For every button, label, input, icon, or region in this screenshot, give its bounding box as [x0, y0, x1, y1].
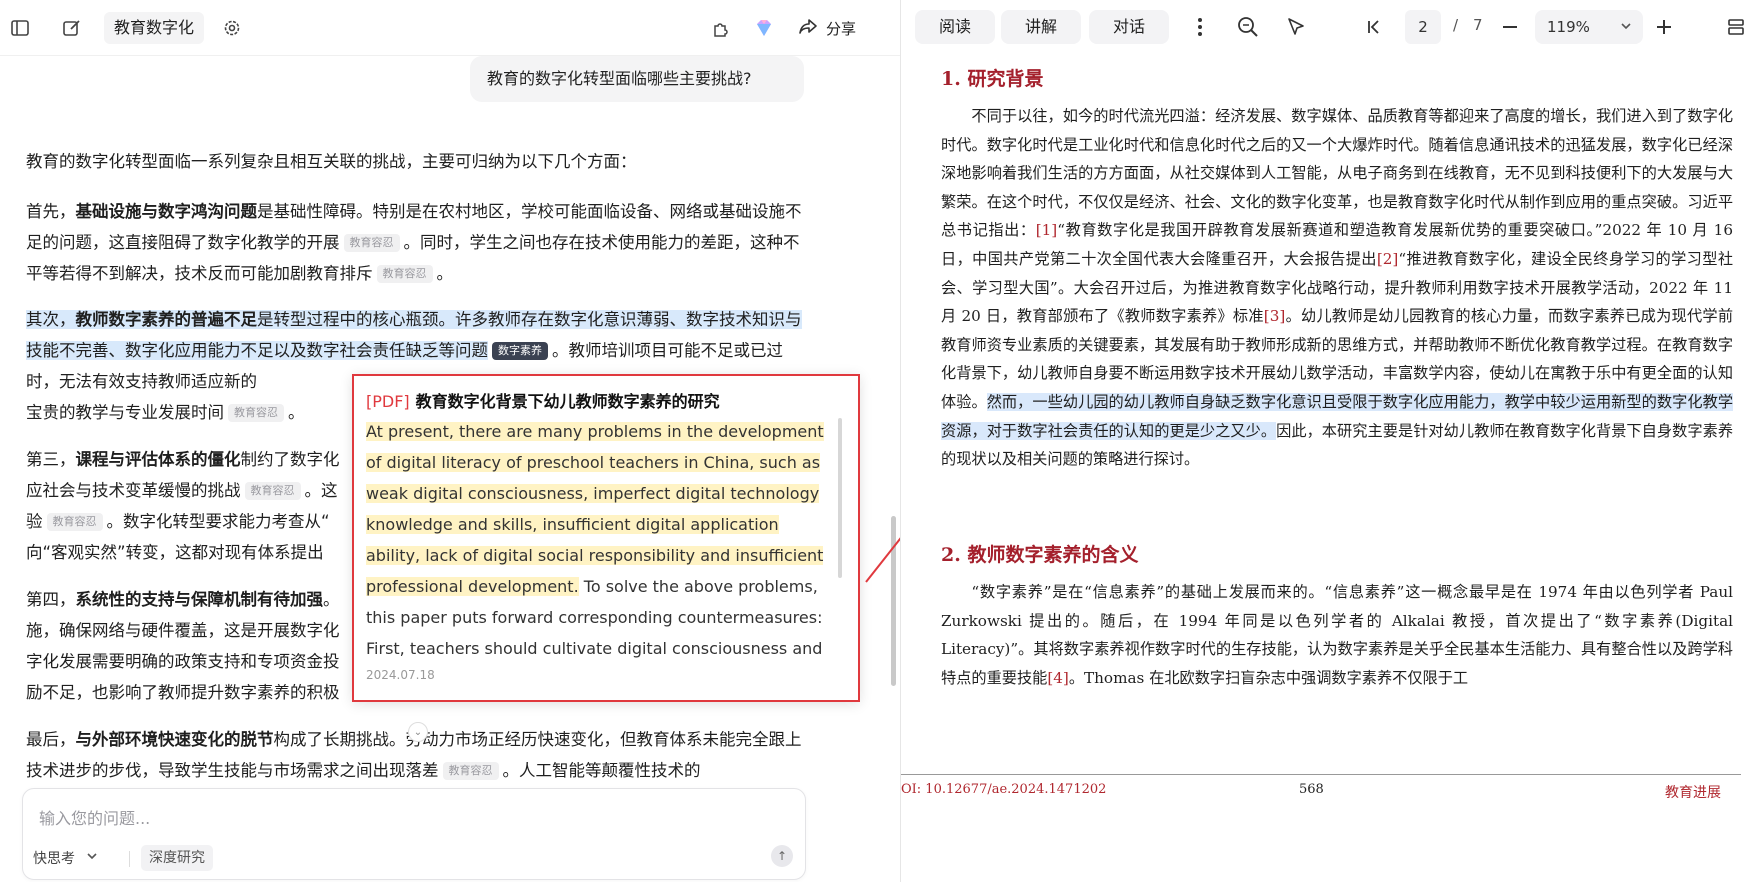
page-total: 7 [1473, 16, 1483, 34]
citation-tag[interactable]: 教育容忍 [244, 482, 301, 500]
reference-link[interactable]: [4] [1047, 669, 1069, 687]
popup-highlighted-text: At present, there are many problems in t… [366, 422, 824, 596]
zoom-out-icon[interactable] [1497, 14, 1523, 40]
thinking-mode-label: 快思考 [33, 851, 75, 867]
chat-toolbar: 教育数字化 分享 [0, 0, 900, 56]
thinking-mode-select[interactable]: 快思考 [33, 845, 99, 871]
zoom-select[interactable]: 119% [1535, 10, 1643, 44]
chevron-down-icon [1619, 10, 1633, 57]
footer-rule [901, 774, 1741, 775]
user-message: 教育的数字化转型面临哪些主要挑战? [470, 56, 804, 102]
zoom-value: 119% [1547, 18, 1590, 36]
gem-icon[interactable] [752, 16, 776, 40]
answer-intro: 教育的数字化转型面临一系列复杂且相互关联的挑战，主要可归纳为以下几个方面： [26, 152, 637, 171]
citation-tag[interactable]: 教育容忍 [442, 762, 499, 780]
citation-tag[interactable]: 教育容忍 [343, 234, 400, 252]
chat-title[interactable]: 教育数字化 [104, 12, 205, 44]
share-label: 分享 [826, 19, 857, 38]
reference-link[interactable]: [2] [1377, 250, 1399, 268]
section-1-paragraph: 不同于以往，如今的时代流光四溢：经济发展、数字媒体、品质教育等都迎来了高度的增长… [941, 107, 1734, 469]
popup-excerpt: At present, there are many problems in t… [366, 416, 836, 664]
citation-tag[interactable]: 教育容忍 [228, 404, 284, 422]
section-2-paragraph: “数字素养”是在“信息素养”的基础上发展而来的。“信息素养”这一概念最早是在 1… [941, 583, 1733, 687]
popup-scrollbar[interactable] [838, 418, 842, 578]
chat-input-box[interactable]: 输入您的问题... 快思考 深度研究 ↑ [22, 788, 806, 880]
citation-tag-active[interactable]: 数字素养 [492, 342, 548, 360]
first-page-icon[interactable] [1361, 14, 1387, 40]
settings-icon[interactable] [220, 16, 244, 40]
new-chat-icon[interactable] [60, 16, 84, 40]
page-number-input[interactable]: 2 [1405, 10, 1441, 44]
divider [129, 851, 130, 867]
scroll-down-icon[interactable]: ⌄ [408, 722, 428, 742]
citation-popup[interactable]: [PDF] 教育数字化背景下幼儿教师数字素养的研究 At present, the… [352, 374, 860, 702]
more-icon[interactable] [1187, 14, 1213, 40]
pdf-viewer: 阅读 讲解 对话 2 / 7 119% 1. 研究背景 不同于以往，如今的时代流… [901, 0, 1752, 882]
pdf-page: 1. 研究背景 不同于以往，如今的时代流光四溢：经济发展、数字媒体、品质教育等都… [901, 56, 1752, 882]
pdf-toolbar: 阅读 讲解 对话 2 / 7 119% [901, 0, 1752, 56]
chat-input-placeholder[interactable]: 输入您的问题... [39, 805, 150, 829]
citation-tag[interactable]: 教育容忍 [46, 513, 103, 531]
section-heading-1: 1. 研究背景 [941, 68, 1044, 90]
tab-explain[interactable]: 讲解 [1001, 10, 1081, 44]
footer-page-number: 568 [1299, 782, 1324, 797]
search-icon[interactable] [1235, 14, 1261, 40]
footer-doi: OI: 10.12677/ae.2024.1471202 [901, 782, 1107, 797]
answer-paragraph-1: 首先，基础设施与数字鸿沟问题是基础性障碍。特别是在农村地区，学校可能面临设备、网… [26, 202, 802, 283]
citation-tag[interactable]: 教育容忍 [376, 265, 433, 283]
pdf-tag: [PDF] [366, 392, 410, 411]
share-icon [798, 16, 818, 40]
deep-research-button[interactable]: 深度研究 [141, 845, 213, 871]
footer-journal: 教育进展 [1665, 785, 1721, 801]
page-separator: / [1453, 16, 1459, 34]
chevron-down-icon [85, 849, 99, 867]
reference-link[interactable]: [1] [1036, 221, 1058, 239]
share-button[interactable]: 分享 [798, 14, 856, 42]
plugin-icon[interactable] [708, 16, 732, 40]
send-icon[interactable]: ↑ [771, 845, 793, 867]
popup-date: 2024.07.18 [366, 668, 435, 682]
tab-chat[interactable]: 对话 [1089, 10, 1169, 44]
zoom-in-icon[interactable] [1651, 14, 1677, 40]
select-cursor-icon[interactable] [1283, 14, 1309, 40]
section-heading-2: 2. 教师数字素养的含义 [941, 544, 1139, 566]
reference-link[interactable]: [3] [1264, 307, 1286, 325]
tab-read[interactable]: 阅读 [915, 10, 995, 44]
layout-icon[interactable] [1723, 14, 1749, 40]
sidebar-toggle-icon[interactable] [8, 16, 32, 40]
popup-title[interactable]: [PDF] 教育数字化背景下幼儿教师数字素养的研究 [366, 388, 720, 412]
